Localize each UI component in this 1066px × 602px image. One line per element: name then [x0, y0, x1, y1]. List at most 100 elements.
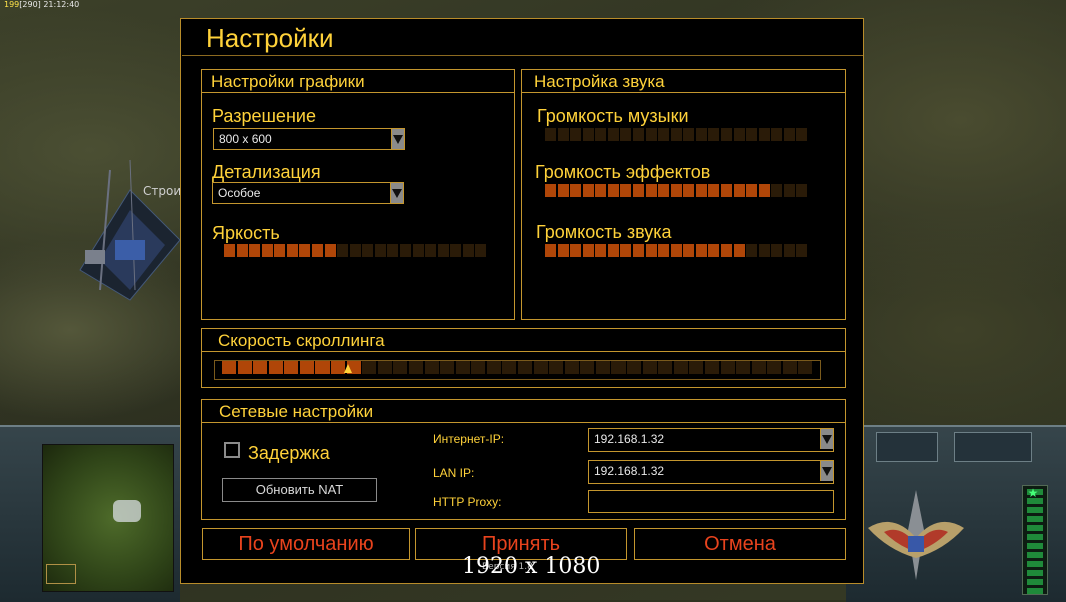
slider-segment[interactable]: [299, 361, 314, 374]
slider-segment[interactable]: [758, 244, 770, 257]
slider-segment[interactable]: [249, 244, 261, 257]
slider-segment[interactable]: [595, 184, 607, 197]
slider-segment[interactable]: [645, 184, 657, 197]
slider-segment[interactable]: [315, 361, 330, 374]
slider-segment[interactable]: [545, 128, 557, 141]
voice-volume-slider[interactable]: [545, 244, 809, 258]
slider-segment[interactable]: [545, 184, 557, 197]
slider-segment[interactable]: [620, 244, 632, 257]
internet-ip-select[interactable]: 192.168.1.32: [588, 428, 834, 452]
slider-segment[interactable]: [284, 361, 299, 374]
slider-segment[interactable]: [408, 361, 424, 374]
slider-segment[interactable]: [771, 244, 783, 257]
slider-segment[interactable]: [658, 128, 670, 141]
slider-segment[interactable]: [683, 128, 695, 141]
slider-segment[interactable]: [704, 361, 720, 374]
slider-segment[interactable]: [533, 361, 548, 374]
slider-segment[interactable]: [645, 128, 657, 141]
slider-segment[interactable]: [607, 244, 619, 257]
refresh-nat-button[interactable]: Обновить NAT: [222, 478, 377, 502]
slider-segment[interactable]: [557, 184, 569, 197]
slider-segment[interactable]: [237, 361, 252, 374]
slider-segment[interactable]: [689, 361, 704, 374]
slider-segment[interactable]: [268, 361, 283, 374]
slider-segment[interactable]: [627, 361, 642, 374]
slider-segment[interactable]: [720, 361, 735, 374]
slider-segment[interactable]: [377, 361, 392, 374]
slider-segment[interactable]: [580, 361, 595, 374]
slider-segment[interactable]: [570, 128, 582, 141]
cancel-button[interactable]: Отмена: [634, 528, 846, 560]
slider-segment[interactable]: [312, 244, 324, 257]
slider-segment[interactable]: [582, 244, 594, 257]
slider-segment[interactable]: [440, 361, 455, 374]
slider-segment[interactable]: [349, 244, 361, 257]
slider-segment[interactable]: [670, 128, 682, 141]
slider-segment[interactable]: [633, 184, 645, 197]
slider-segment[interactable]: [424, 361, 439, 374]
slider-segment[interactable]: [286, 244, 298, 257]
slider-segment[interactable]: [362, 244, 374, 257]
slider-segment[interactable]: [721, 244, 733, 257]
slider-segment[interactable]: [582, 184, 594, 197]
slider-segment[interactable]: [620, 128, 632, 141]
slider-segment[interactable]: [633, 244, 645, 257]
slider-segment[interactable]: [736, 361, 751, 374]
slider-segment[interactable]: [387, 244, 399, 257]
slider-segment[interactable]: [261, 244, 273, 257]
slider-segment[interactable]: [771, 128, 783, 141]
slider-segment[interactable]: [708, 128, 720, 141]
slider-segment[interactable]: [683, 184, 695, 197]
slider-segment[interactable]: [557, 128, 569, 141]
slider-segment[interactable]: [782, 361, 797, 374]
slider-segment[interactable]: [570, 244, 582, 257]
slider-segment[interactable]: [545, 244, 557, 257]
slider-segment[interactable]: [658, 244, 670, 257]
slider-segment[interactable]: [222, 361, 237, 374]
lag-checkbox[interactable]: [224, 442, 240, 458]
slider-segment[interactable]: [486, 361, 501, 374]
slider-segment[interactable]: [746, 128, 758, 141]
slider-segment[interactable]: [733, 128, 745, 141]
slider-segment[interactable]: [783, 244, 795, 257]
slider-segment[interactable]: [564, 361, 579, 374]
slider-segment[interactable]: [695, 244, 707, 257]
http-proxy-input[interactable]: [588, 490, 834, 513]
slider-segment[interactable]: [721, 184, 733, 197]
slider-segment[interactable]: [393, 361, 408, 374]
chevron-down-icon[interactable]: [390, 183, 403, 203]
lan-ip-select[interactable]: 192.168.1.32: [588, 460, 834, 484]
slider-segment[interactable]: [783, 184, 795, 197]
slider-segment[interactable]: [595, 244, 607, 257]
slider-segment[interactable]: [611, 361, 626, 374]
slider-segment[interactable]: [798, 361, 813, 374]
defaults-button[interactable]: По умолчанию: [202, 528, 410, 560]
slider-segment[interactable]: [771, 184, 783, 197]
detail-select[interactable]: Особое: [212, 182, 404, 204]
effects-volume-slider[interactable]: [545, 184, 809, 198]
slider-segment[interactable]: [450, 244, 462, 257]
resolution-select[interactable]: 800 x 600: [213, 128, 405, 150]
chevron-down-icon[interactable]: [820, 429, 833, 449]
slider-segment[interactable]: [425, 244, 437, 257]
slider-segment[interactable]: [695, 184, 707, 197]
minimap-toggle-button[interactable]: [46, 564, 76, 584]
slider-segment[interactable]: [557, 244, 569, 257]
slider-segment[interactable]: [362, 361, 377, 374]
slider-segment[interactable]: [400, 244, 412, 257]
slider-segment[interactable]: [337, 244, 349, 257]
slider-segment[interactable]: [331, 361, 346, 374]
scroll-speed-thumb[interactable]: [344, 364, 352, 373]
slider-segment[interactable]: [758, 128, 770, 141]
slider-segment[interactable]: [274, 244, 286, 257]
slider-segment[interactable]: [595, 361, 610, 374]
slider-segment[interactable]: [299, 244, 311, 257]
slider-segment[interactable]: [683, 244, 695, 257]
slider-segment[interactable]: [695, 128, 707, 141]
slider-segment[interactable]: [224, 244, 236, 257]
slider-segment[interactable]: [607, 128, 619, 141]
slider-segment[interactable]: [746, 244, 758, 257]
slider-segment[interactable]: [796, 184, 808, 197]
slider-segment[interactable]: [437, 244, 449, 257]
slider-segment[interactable]: [607, 184, 619, 197]
